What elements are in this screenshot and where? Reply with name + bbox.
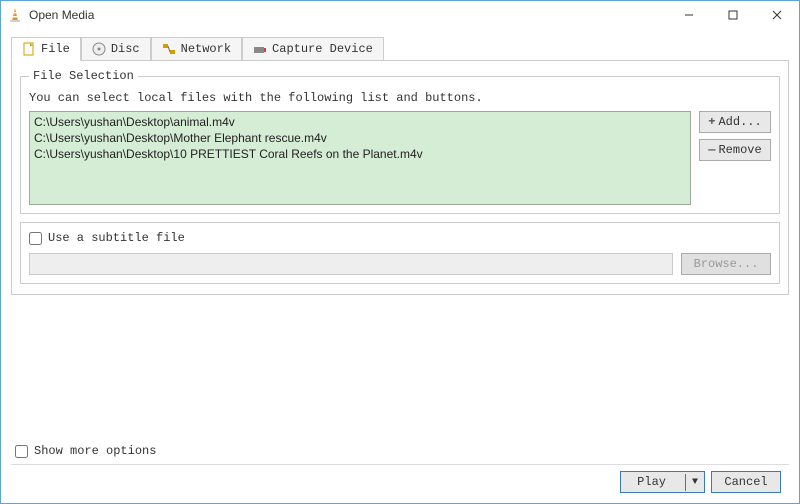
network-icon xyxy=(162,42,176,56)
file-list-item[interactable]: C:\Users\yushan\Desktop\10 PRETTIEST Cor… xyxy=(34,146,686,162)
bottom-area: Show more options Play ▼ Cancel xyxy=(11,438,789,499)
subtitle-path-input xyxy=(29,253,673,275)
file-list-item[interactable]: C:\Users\yushan\Desktop\Mother Elephant … xyxy=(34,130,686,146)
file-selection-legend: File Selection xyxy=(29,69,138,83)
play-dropdown-icon[interactable]: ▼ xyxy=(685,474,704,491)
file-list-item[interactable]: C:\Users\yushan\Desktop\animal.m4v xyxy=(34,114,686,130)
vlc-cone-icon xyxy=(7,7,23,23)
close-button[interactable] xyxy=(755,1,799,29)
footer: Play ▼ Cancel xyxy=(11,464,789,499)
tab-label: Network xyxy=(181,42,231,56)
tab-disc[interactable]: Disc xyxy=(81,37,151,61)
file-selection-hint: You can select local files with the foll… xyxy=(29,91,771,105)
remove-button[interactable]: —Remove xyxy=(699,139,771,161)
use-subtitle-label[interactable]: Use a subtitle file xyxy=(48,231,185,245)
plus-icon: + xyxy=(708,115,715,129)
window-title: Open Media xyxy=(29,8,667,22)
maximize-button[interactable] xyxy=(711,1,755,29)
show-more-options-label[interactable]: Show more options xyxy=(34,444,156,458)
file-selection-group: File Selection You can select local file… xyxy=(20,69,780,214)
content-area: File Disc Network Capture Device File Se… xyxy=(1,29,799,503)
browse-button: Browse... xyxy=(681,253,771,275)
open-media-window: Open Media File Disc Network Capture Dev… xyxy=(0,0,800,504)
tab-capture-device[interactable]: Capture Device xyxy=(242,37,384,61)
file-buttons: +Add... —Remove xyxy=(699,111,771,205)
cancel-button[interactable]: Cancel xyxy=(711,471,781,493)
tab-panel-file: File Selection You can select local file… xyxy=(11,60,789,295)
disc-icon xyxy=(92,42,106,56)
tab-label: Capture Device xyxy=(272,42,373,56)
minimize-button[interactable] xyxy=(667,1,711,29)
tabbar: File Disc Network Capture Device xyxy=(11,37,789,61)
capture-device-icon xyxy=(253,42,267,56)
titlebar: Open Media xyxy=(1,1,799,29)
use-subtitle-checkbox[interactable] xyxy=(29,232,42,245)
show-more-options-checkbox[interactable] xyxy=(15,445,28,458)
add-button[interactable]: +Add... xyxy=(699,111,771,133)
minus-icon: — xyxy=(708,143,715,157)
play-button[interactable]: Play ▼ xyxy=(620,471,705,493)
tab-label: Disc xyxy=(111,42,140,56)
tab-file[interactable]: File xyxy=(11,37,81,61)
tab-label: File xyxy=(41,42,70,56)
subtitle-section: Use a subtitle file Browse... xyxy=(20,222,780,284)
file-icon xyxy=(22,42,36,56)
file-list[interactable]: C:\Users\yushan\Desktop\animal.m4v C:\Us… xyxy=(29,111,691,205)
tab-network[interactable]: Network xyxy=(151,37,242,61)
